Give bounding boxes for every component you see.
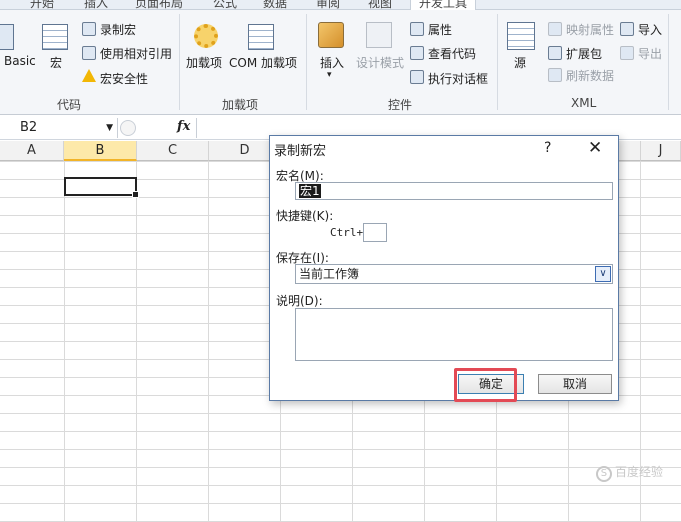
refresh-data-button[interactable]: 刷新数据	[566, 67, 614, 84]
macros-button[interactable]: 宏	[50, 54, 62, 71]
group-separator	[668, 14, 669, 110]
cancel-button[interactable]: 取消	[538, 374, 612, 394]
record-macro-dialog: 录制新宏 ? ✕ 宏名(M): 宏1 快捷键(K): Ctrl+ 保存在(I):…	[269, 135, 619, 401]
formula-cancel-icon	[120, 120, 136, 136]
export-button[interactable]: 导出	[638, 45, 662, 62]
tab-developer[interactable]: 开发工具	[410, 0, 477, 10]
addins-button[interactable]: 加载项	[186, 54, 222, 71]
watermark-text: 百度经验	[614, 465, 663, 479]
com-addins-icon	[248, 24, 274, 50]
view-code-icon	[410, 46, 424, 60]
store-in-select[interactable]: 当前工作簿 ∨	[295, 264, 613, 284]
formula-separator	[196, 118, 197, 138]
relative-reference-icon	[82, 46, 96, 60]
group-label-code: 代码	[57, 98, 82, 112]
ribbon-tabs: 开始 插入 页面布局 公式 数据 审阅 视图 开发工具	[0, 0, 681, 10]
ctrl-label: Ctrl+	[330, 226, 364, 239]
export-icon	[620, 46, 634, 60]
group-label-xml: XML	[571, 96, 597, 110]
properties-button[interactable]: 属性	[428, 21, 452, 38]
description-label: 说明(D):	[276, 294, 323, 308]
column-header-b[interactable]: B	[64, 141, 137, 161]
map-properties-button[interactable]: 映射属性	[566, 21, 614, 38]
insert-controls-button[interactable]: 插入	[320, 54, 344, 71]
visual-basic-icon	[0, 24, 14, 50]
record-macro-button[interactable]: 录制宏	[100, 21, 136, 38]
group-separator	[306, 14, 307, 110]
macro-name-value: 宏1	[299, 184, 321, 198]
column-header-a[interactable]: A	[0, 141, 64, 161]
watermark-logo-icon: S	[595, 466, 612, 482]
addins-gear-icon	[194, 24, 218, 48]
expansion-packs-button[interactable]: 扩展包	[566, 45, 602, 62]
design-mode-icon	[366, 22, 392, 48]
chevron-down-icon[interactable]: ▼	[106, 118, 113, 138]
visual-basic-button[interactable]: Basic	[4, 54, 36, 68]
macro-security-button[interactable]: 宏安全性	[100, 70, 148, 87]
close-icon[interactable]: ✕	[588, 138, 602, 158]
help-icon[interactable]: ?	[544, 140, 551, 156]
import-icon	[620, 22, 634, 36]
name-box-value: B2	[20, 120, 38, 135]
shortcut-key-label: 快捷键(K):	[276, 209, 334, 223]
relative-reference-button[interactable]: 使用相对引用	[100, 45, 172, 62]
active-cell-b2[interactable]	[64, 177, 139, 198]
group-separator	[179, 14, 180, 110]
refresh-data-icon	[548, 68, 562, 82]
watermark: S 百度经验	[595, 463, 663, 482]
view-code-button[interactable]: 查看代码	[428, 45, 476, 62]
run-dialog-icon	[410, 70, 424, 84]
properties-icon	[410, 22, 424, 36]
highlight-annotation	[454, 368, 517, 402]
name-box[interactable]: B2 ▼	[0, 118, 118, 138]
insert-function-icon[interactable]: fx	[177, 119, 190, 134]
column-header-c[interactable]: C	[137, 141, 209, 161]
design-mode-button[interactable]: 设计模式	[356, 54, 404, 71]
insert-controls-icon	[318, 22, 344, 48]
map-properties-icon	[548, 22, 562, 36]
column-header-j[interactable]: J	[641, 141, 681, 161]
com-addins-button[interactable]: COM 加载项	[229, 54, 297, 71]
record-macro-icon	[82, 22, 96, 36]
dialog-title: 录制新宏	[274, 144, 327, 159]
chevron-down-icon[interactable]: ∨	[595, 266, 611, 282]
run-dialog-button[interactable]: 执行对话框	[428, 70, 488, 87]
import-button[interactable]: 导入	[638, 21, 662, 38]
group-label-addins: 加载项	[222, 98, 259, 112]
warning-icon	[82, 69, 96, 82]
macro-name-input[interactable]: 宏1	[295, 182, 613, 200]
ribbon: Basic 宏 录制宏 使用相对引用 宏安全性 代码 加载项 COM 加载项 加…	[0, 10, 681, 115]
xml-source-button[interactable]: 源	[514, 54, 526, 71]
chevron-down-icon[interactable]: ▾	[327, 70, 332, 80]
expansion-packs-icon	[548, 46, 562, 60]
group-label-controls: 控件	[388, 98, 413, 112]
group-separator	[497, 14, 498, 110]
xml-source-icon	[507, 22, 535, 50]
store-in-value: 当前工作簿	[299, 267, 360, 281]
shortcut-key-input[interactable]	[363, 223, 387, 242]
macros-icon	[42, 24, 68, 50]
description-textarea[interactable]	[295, 308, 613, 361]
